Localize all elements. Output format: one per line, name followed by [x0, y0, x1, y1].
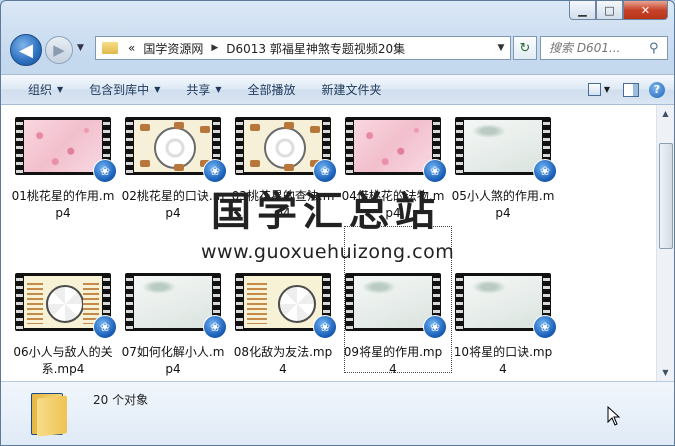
item-count: 20 个对象: [93, 393, 149, 407]
magnifier-icon[interactable]: ⚲: [649, 41, 659, 56]
include-library-label: 包含到库中: [89, 83, 150, 97]
address-bar[interactable]: « 国学资源网 ▶ D6013 郭福星神煞专题视频20集 ▼: [95, 36, 511, 60]
video-thumbnail: ❀: [15, 117, 117, 183]
chevron-down-icon: ▼: [215, 85, 222, 94]
video-thumbnail: ❀: [345, 117, 447, 183]
file-name: 06小人与敌人的关系.mp4: [13, 345, 113, 376]
video-thumbnail: ❀: [455, 273, 557, 339]
view-icon: [588, 83, 601, 96]
breadcrumb-separator-icon[interactable]: ▶: [207, 43, 222, 53]
folder-icon-front: [37, 395, 67, 437]
vertical-scrollbar[interactable]: ▲ ▼: [656, 105, 674, 381]
new-folder-label: 新建文件夹: [321, 83, 382, 97]
caption-buttons: ▁ □ ✕: [569, 1, 668, 20]
watermark-title: 国学汇总站: [211, 189, 441, 235]
video-thumbnail: ❀: [235, 117, 337, 183]
preview-pane-icon: [623, 82, 639, 97]
play-all-label: 全部播放: [247, 83, 296, 97]
video-thumbnail: ❀: [125, 273, 227, 339]
file-item[interactable]: ❀ 08化敌为友法.mp4: [231, 273, 337, 378]
navigation-bar: ◀ ▶ ▼ « 国学资源网 ▶ D6013 郭福星神煞专题视频20集 ▼ ↻ ⚲: [7, 32, 670, 68]
file-name: 10将星的口诀.mp4: [453, 345, 553, 376]
refresh-icon: ↻: [519, 40, 531, 56]
scroll-up-icon[interactable]: ▲: [658, 106, 673, 121]
new-folder-button[interactable]: 新建文件夹: [309, 75, 395, 104]
arrow-right-icon: ▶: [53, 41, 65, 59]
search-box[interactable]: ⚲: [540, 36, 668, 60]
play-all-button[interactable]: 全部播放: [235, 75, 309, 104]
media-player-icon: ❀: [93, 315, 117, 339]
file-name: 02桃花星的口诀.mp4: [121, 189, 225, 220]
scroll-down-icon[interactable]: ▼: [658, 365, 673, 380]
view-controls: ▼ ?: [584, 80, 668, 100]
media-player-icon: ❀: [203, 315, 227, 339]
chevron-down-icon: ▼: [77, 43, 84, 53]
file-item[interactable]: ❀ 05小人煞的作用.mp4: [451, 117, 557, 222]
search-input[interactable]: [547, 40, 649, 56]
watermark-url: www.guoxuehuizong.com: [201, 241, 455, 263]
file-name: 05小人煞的作用.mp4: [451, 189, 555, 220]
share-label: 共享: [186, 83, 211, 97]
maximize-button[interactable]: □: [596, 1, 623, 20]
file-name: 01桃花星的作用.mp4: [11, 189, 115, 220]
organize-menu[interactable]: 组织 ▼: [15, 75, 76, 104]
close-button[interactable]: ✕: [623, 1, 668, 20]
file-item[interactable]: ❀ 02桃花星的口诀.mp4: [121, 117, 227, 222]
file-item[interactable]: ❀ 01桃花星的作用.mp4: [11, 117, 117, 222]
explorer-window: ▁ □ ✕ ◀ ▶ ▼ « 国学资源网 ▶ D6013 郭福星神煞专题视频20集…: [0, 0, 675, 446]
file-item[interactable]: ❀ 06小人与敌人的关系.mp4: [11, 273, 117, 378]
recent-pages-dropdown[interactable]: ▼: [77, 43, 84, 53]
refresh-button[interactable]: ↻: [513, 36, 537, 60]
scrollbar-thumb[interactable]: [659, 143, 673, 249]
video-thumbnail: ❀: [15, 273, 117, 339]
file-item[interactable]: ❀ 10将星的口诀.mp4: [451, 273, 557, 378]
address-dropdown-icon[interactable]: ▼: [492, 43, 510, 53]
media-player-icon: ❀: [533, 159, 557, 183]
media-player-icon: ❀: [533, 315, 557, 339]
back-button[interactable]: ◀: [10, 34, 42, 66]
share-menu[interactable]: 共享 ▼: [173, 75, 234, 104]
details-pane: 20 个对象: [1, 381, 674, 445]
media-player-icon: ❀: [93, 159, 117, 183]
organize-label: 组织: [28, 83, 53, 97]
media-player-icon: ❀: [313, 315, 337, 339]
file-name: 08化敌为友法.mp4: [233, 345, 333, 376]
minimize-button[interactable]: ▁: [569, 1, 596, 20]
video-thumbnail: ❀: [455, 117, 557, 183]
folder-icon: [102, 42, 118, 54]
chevron-down-icon: ▼: [57, 85, 64, 94]
folder-icon: [31, 391, 69, 437]
forward-button[interactable]: ▶: [45, 36, 73, 64]
include-library-menu[interactable]: 包含到库中 ▼: [76, 75, 173, 104]
breadcrumb-root[interactable]: 国学资源网: [139, 40, 207, 57]
preview-pane-button[interactable]: [620, 80, 642, 100]
arrow-left-icon: ◀: [19, 39, 33, 61]
file-item[interactable]: ❀ 07如何化解小人.mp4: [121, 273, 227, 378]
video-thumbnail: ❀: [125, 117, 227, 183]
video-thumbnail: ❀: [235, 273, 337, 339]
help-button[interactable]: ?: [646, 80, 668, 100]
breadcrumb-current-folder[interactable]: D6013 郭福星神煞专题视频20集: [222, 40, 409, 57]
mouse-pointer-icon: [607, 406, 621, 426]
help-icon: ?: [649, 81, 665, 98]
chevron-down-icon: ▼: [603, 85, 610, 94]
breadcrumb-overflow[interactable]: «: [124, 41, 139, 55]
command-bar: 组织 ▼ 包含到库中 ▼ 共享 ▼ 全部播放 新建文件夹 ▼ ?: [1, 74, 674, 105]
change-view-button[interactable]: ▼: [588, 80, 610, 100]
file-name: 07如何化解小人.mp4: [121, 345, 225, 376]
chevron-down-icon: ▼: [154, 85, 161, 94]
